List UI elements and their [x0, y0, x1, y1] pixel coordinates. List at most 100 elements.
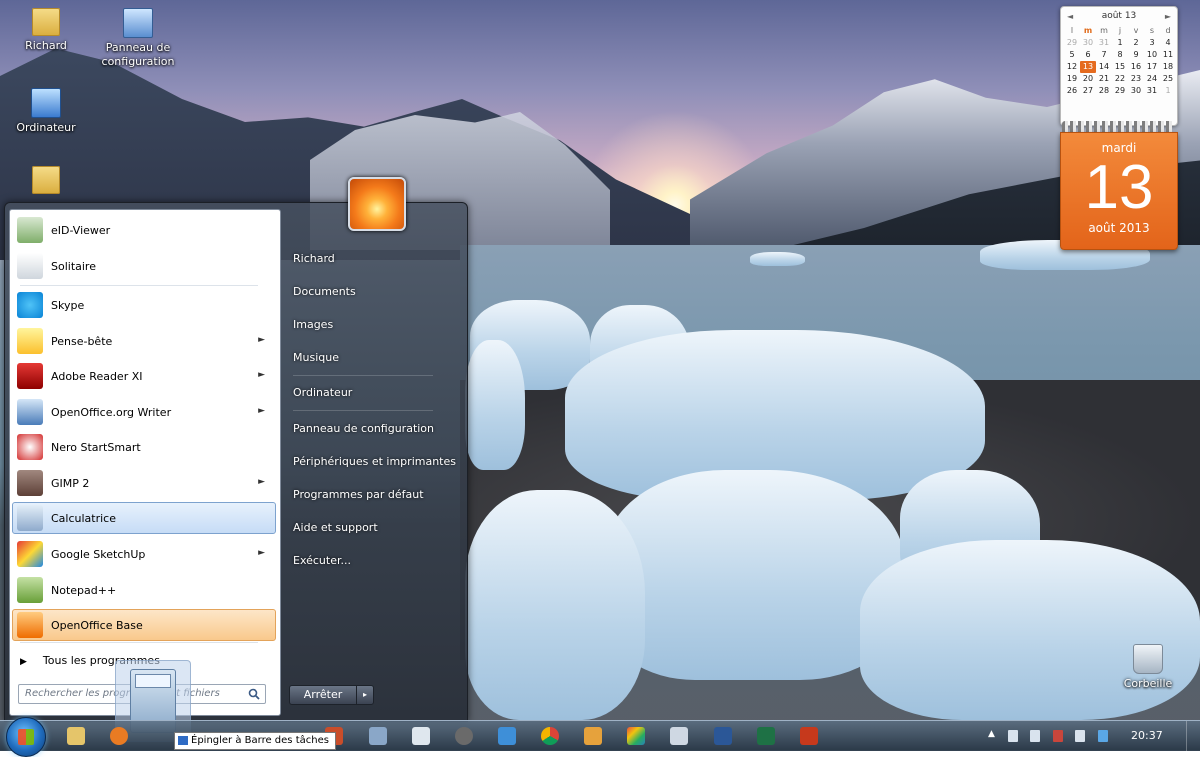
- desktop-icon-folder[interactable]: [6, 166, 86, 197]
- calendar-weekday-head: d: [1165, 26, 1171, 35]
- desktop-icon-computer[interactable]: Ordinateur: [6, 88, 86, 135]
- calendar-day[interactable]: 30: [1128, 85, 1144, 97]
- calendar-day[interactable]: 20: [1080, 73, 1096, 85]
- nero-icon: [17, 434, 43, 460]
- calendar-day[interactable]: 6: [1080, 49, 1096, 61]
- calendar-day[interactable]: 18: [1160, 61, 1176, 73]
- calendar-day[interactable]: 23: [1128, 73, 1144, 85]
- app-taskbar-icon[interactable]: [670, 727, 688, 745]
- calendar-day[interactable]: 24: [1144, 73, 1160, 85]
- desktop-icon-label: Richard: [25, 39, 67, 52]
- places-item[interactable]: Périphériques et imprimantes: [293, 455, 456, 468]
- calendar-day[interactable]: 4: [1160, 37, 1176, 49]
- calendar-day[interactable]: 15: [1112, 61, 1128, 73]
- places-item[interactable]: Musique: [293, 351, 339, 364]
- calendar-day[interactable]: 29: [1112, 85, 1128, 97]
- program-item-cards[interactable]: Solitaire: [12, 250, 276, 282]
- program-item-calculator[interactable]: Calculatrice: [12, 502, 276, 534]
- calendar-day[interactable]: 3: [1144, 37, 1160, 49]
- start-button[interactable]: [6, 717, 46, 757]
- program-item-sketchup[interactable]: Google SketchUp ►: [12, 538, 276, 570]
- calendar-day[interactable]: 19: [1064, 73, 1080, 85]
- submenu-arrow-icon: ►: [258, 335, 265, 345]
- chrome-taskbar-icon[interactable]: [541, 727, 559, 745]
- desktop-icon-recycle-bin[interactable]: Corbeille: [1108, 644, 1188, 691]
- places-item[interactable]: Programmes par défaut: [293, 488, 424, 501]
- calendar-day[interactable]: 14: [1096, 61, 1112, 73]
- places-item[interactable]: Exécuter...: [293, 554, 351, 567]
- desktop-icon-user-folder[interactable]: Richard: [6, 8, 86, 53]
- calendar-day[interactable]: 1: [1160, 85, 1176, 97]
- calendar-day[interactable]: 26: [1064, 85, 1080, 97]
- places-item[interactable]: Images: [293, 318, 333, 331]
- program-item-nero[interactable]: Nero StartSmart: [12, 431, 276, 463]
- calendar-day[interactable]: 8: [1112, 49, 1128, 61]
- program-item-adobe-reader[interactable]: Adobe Reader XI ►: [12, 360, 276, 392]
- calendar-day[interactable]: 1: [1112, 37, 1128, 49]
- calendar-day[interactable]: 30: [1080, 37, 1096, 49]
- calendar-next-button[interactable]: ►: [1165, 12, 1171, 21]
- volume-muted-icon[interactable]: [1053, 730, 1063, 742]
- program-item-base[interactable]: OpenOffice Base: [12, 609, 276, 641]
- calendar-day[interactable]: 16: [1128, 61, 1144, 73]
- calendar-day[interactable]: 22: [1112, 73, 1128, 85]
- calendar-day[interactable]: 7: [1096, 49, 1112, 61]
- eid-card-icon: [17, 217, 43, 243]
- program-item-sticky-notes[interactable]: Pense-bête ►: [12, 325, 276, 357]
- calendar-gadget[interactable]: ◄ août 13 ► l m m j v s d 29 30 31 1 2 3 4 5 6 7 8 9 10 11 12…: [1060, 6, 1178, 250]
- power-icon[interactable]: [1075, 730, 1085, 742]
- app-taskbar-icon[interactable]: [369, 727, 387, 745]
- calendar-day[interactable]: 17: [1144, 61, 1160, 73]
- places-item[interactable]: Documents: [293, 285, 356, 298]
- tray-expand-icon[interactable]: ▲: [988, 729, 995, 739]
- calendar-prev-button[interactable]: ◄: [1067, 12, 1073, 21]
- places-item[interactable]: Panneau de configuration: [293, 422, 434, 435]
- action-center-icon[interactable]: [1008, 730, 1018, 742]
- places-item[interactable]: Richard: [293, 252, 335, 265]
- excel-taskbar-icon[interactable]: [757, 727, 775, 745]
- all-programs-arrow-icon: ▶: [20, 657, 27, 667]
- program-item-writer[interactable]: OpenOffice.org Writer ►: [12, 396, 276, 428]
- program-item-eid-card[interactable]: eID-Viewer: [12, 214, 276, 246]
- program-item-gimp[interactable]: GIMP 2 ►: [12, 467, 276, 499]
- word-taskbar-icon[interactable]: [714, 727, 732, 745]
- user-avatar[interactable]: [348, 177, 406, 231]
- places-item[interactable]: Ordinateur: [293, 386, 352, 399]
- calendar-day[interactable]: 25: [1160, 73, 1176, 85]
- taskbar-clock[interactable]: 20:37: [1131, 729, 1163, 742]
- paint-taskbar-icon[interactable]: [627, 727, 645, 745]
- firefox-taskbar-icon[interactable]: [110, 727, 128, 745]
- program-item-notepadpp[interactable]: Notepad++: [12, 574, 276, 606]
- notepad-taskbar-icon[interactable]: [412, 727, 430, 745]
- calendar-day[interactable]: 12: [1064, 61, 1080, 73]
- program-item-label: Nero StartSmart: [51, 440, 141, 454]
- calendar-day[interactable]: 2: [1128, 37, 1144, 49]
- calendar-day[interactable]: 29: [1064, 37, 1080, 49]
- calendar-day[interactable]: 27: [1080, 85, 1096, 97]
- calendar-weekday-head: v: [1133, 26, 1139, 35]
- program-item-skype[interactable]: Skype: [12, 289, 276, 321]
- network-icon[interactable]: [1030, 730, 1040, 742]
- calendar-day-today[interactable]: 13: [1080, 61, 1096, 73]
- calendar-day[interactable]: 28: [1096, 85, 1112, 97]
- calendar-day[interactable]: 9: [1128, 49, 1144, 61]
- app-taskbar-icon[interactable]: [584, 727, 602, 745]
- cards-icon: [17, 253, 43, 279]
- calendar-day[interactable]: 31: [1144, 85, 1160, 97]
- explorer-taskbar-icon[interactable]: [67, 727, 85, 745]
- powerpoint-taskbar-icon[interactable]: [800, 727, 818, 745]
- calendar-day[interactable]: 10: [1144, 49, 1160, 61]
- calendar-day[interactable]: 5: [1064, 49, 1080, 61]
- submenu-arrow-icon: ►: [258, 370, 265, 380]
- tray-app-icon[interactable]: [1098, 730, 1108, 742]
- calendar-day[interactable]: 31: [1096, 37, 1112, 49]
- gimp-taskbar-icon[interactable]: [455, 727, 473, 745]
- calendar-day[interactable]: 11: [1160, 49, 1176, 61]
- shutdown-button[interactable]: Arrêter: [289, 685, 357, 705]
- places-item[interactable]: Aide et support: [293, 521, 378, 534]
- shutdown-options-button[interactable]: ▸: [356, 685, 374, 705]
- app-taskbar-icon[interactable]: [498, 727, 516, 745]
- desktop-icon-control-panel[interactable]: Panneau de configuration: [98, 8, 178, 69]
- show-desktop-button[interactable]: [1186, 721, 1200, 751]
- calendar-day[interactable]: 21: [1096, 73, 1112, 85]
